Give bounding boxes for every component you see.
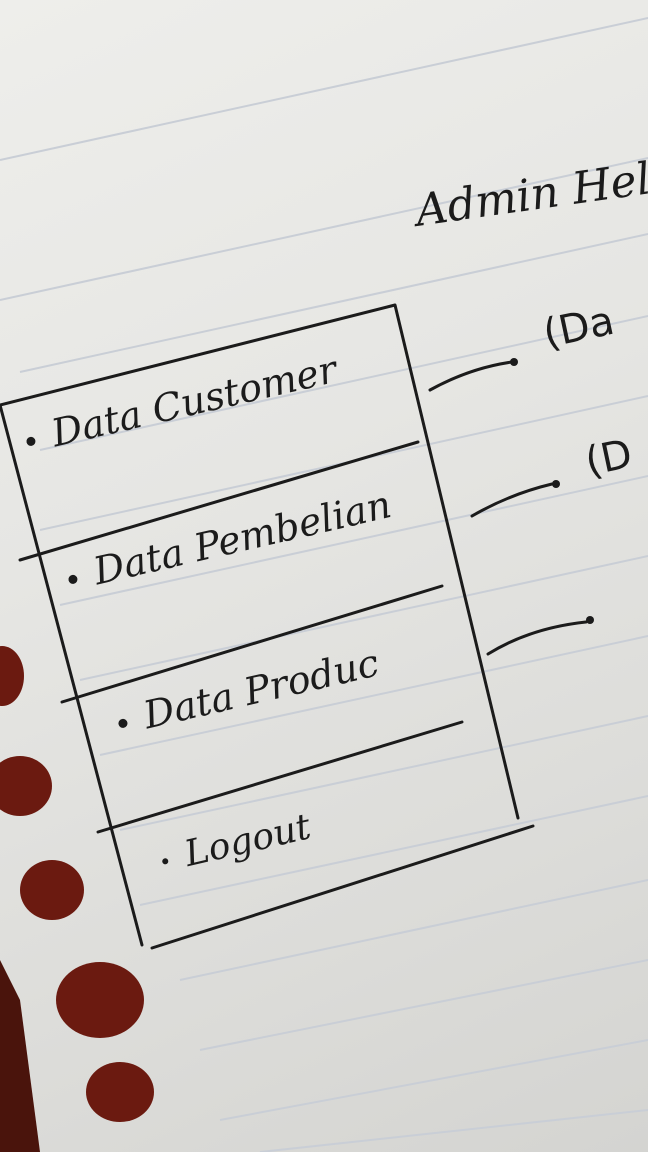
bullet-icon: [67, 574, 79, 585]
arrow-head-2: [552, 480, 560, 488]
bullet-icon: [117, 718, 129, 729]
menu-box-left-edge: [0, 403, 144, 947]
arrow-head-3: [586, 616, 594, 624]
annotation-note: (D: [581, 430, 637, 486]
arrow-line-1: [428, 360, 514, 392]
bullet-icon: [161, 857, 169, 865]
arrow-head-1: [510, 358, 518, 366]
arrow-line-2: [470, 482, 554, 518]
bullet-icon: [25, 436, 37, 447]
arrow-line-3: [486, 620, 588, 656]
